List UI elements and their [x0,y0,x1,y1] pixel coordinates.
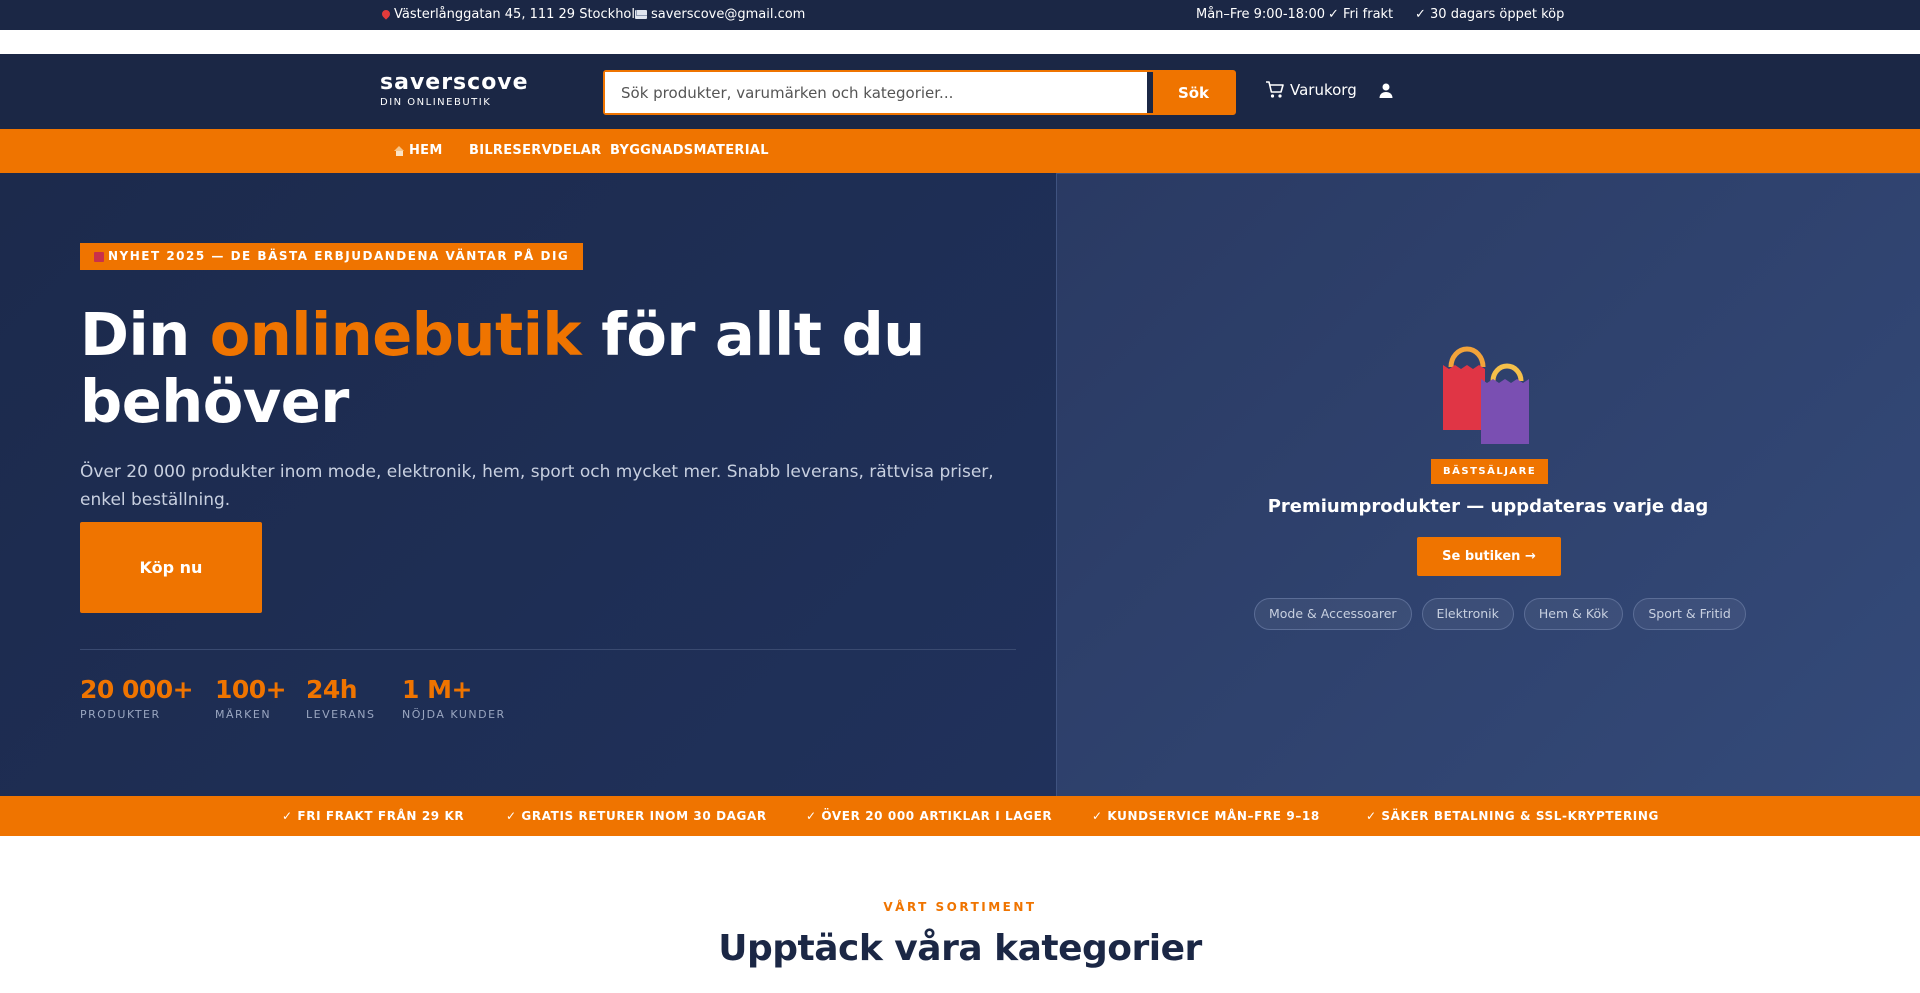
cart-icon [1266,81,1284,98]
logo-name: saverscove [380,70,529,95]
shopping-bag-icon [94,251,104,262]
chip-hem-kok[interactable]: Hem & Kök [1523,598,1624,630]
site-header: saverscove DIN ONLINEBUTIK Sök Varukorg [0,54,1920,129]
user-icon [1379,83,1393,98]
house-icon [394,145,405,156]
cart-link[interactable]: Varukorg [1265,81,1357,99]
feature-stock: ✓ ÖVER 20 000 ARTIKLAR I LAGER [806,809,1053,823]
address-text: Västerlånggatan 45, 111 29 Stockholm [394,7,648,22]
see-store-button[interactable]: Se butiken → [1417,537,1561,576]
search-bar: Sök [603,70,1236,115]
category-chips: Mode & Accessoarer Elektronik Hem & Kök … [1254,598,1746,630]
section-kicker: VÅRT SORTIMENT [883,900,1037,914]
free-shipping-note: ✓ Fri frakt [1328,7,1394,22]
chip-mode-accessoarer[interactable]: Mode & Accessoarer [1254,598,1412,630]
pin-icon [382,10,390,20]
section-title: Upptäck våra kategorier [718,928,1202,969]
top-info-bar: Västerlånggatan 45, 111 29 Stockholm sav… [0,0,1920,30]
stat-customers: 1 M+ NÖJDA KUNDER [402,675,506,721]
stat-label: MÄRKEN [215,708,272,721]
bestseller-badge: BÄSTSÄLJARE [1431,459,1549,484]
stat-label: LEVERANS [306,708,376,721]
stat-label: PRODUKTER [80,708,161,721]
feature-secure-payment: ✓ SÄKER BETALNING & SSL-KRYPTERING [1366,809,1659,823]
stat-value: 1 M+ [402,675,472,704]
stat-value: 24h [306,675,358,704]
account-button[interactable] [1379,83,1393,102]
hero-headline: Din onlinebutik för allt du behöver [80,301,980,435]
address-info: Västerlånggatan 45, 111 29 Stockholm [382,7,648,22]
promo-title: Premiumprodukter — uppdateras varje dag [1267,496,1709,517]
logo[interactable]: saverscove DIN ONLINEBUTIK [380,70,529,108]
feature-free-returns: ✓ GRATIS RETURER INOM 30 DAGAR [506,809,767,823]
stat-label: NÖJDA KUNDER [402,708,506,721]
feature-customer-service: ✓ KUNDSERVICE MÅN–FRE 9–18 [1092,809,1320,823]
email-text[interactable]: saverscove@gmail.com [651,7,805,22]
buy-now-button[interactable]: Köp nu [80,522,262,613]
promo-panel: BÄSTSÄLJARE Premiumprodukter — uppdatera… [1056,173,1920,796]
news-badge: NYHET 2025 — DE BÄSTA ERBJUDANDENA VÄNTA… [80,243,584,270]
headline-start: Din [80,300,210,369]
stat-products: 20 000+ PRODUKTER [80,675,194,721]
cart-label: Varukorg [1290,81,1357,99]
open-purchase-note: ✓ 30 dagars öppet köp [1415,7,1565,22]
stat-value: 100+ [215,675,287,704]
headline-accent: onlinebutik [209,300,582,369]
hero-content: NYHET 2025 — DE BÄSTA ERBJUDANDENA VÄNTA… [0,173,1056,796]
shopping-bags-icon [1443,346,1529,444]
features-strip: ✓ FRI FRAKT FRÅN 29 KR ✓ GRATIS RETURER … [0,796,1920,836]
chip-elektronik[interactable]: Elektronik [1421,598,1514,630]
hero-subtext: Över 20 000 produkter inom mode, elektro… [80,462,994,510]
search-input[interactable] [605,72,1153,113]
opening-hours: Mån–Fre 9:00-18:00 [1196,7,1325,22]
feature-free-shipping: ✓ FRI FRAKT FRÅN 29 KR [282,809,465,823]
envelope-icon [635,10,647,19]
nav-item-hem[interactable]: HEM [394,143,443,158]
nav-item-label: HEM [409,143,443,158]
hero-divider [80,649,1016,650]
main-navigation: HEM BILRESERVDELAR BYGGNADSMATERIAL [0,129,1920,173]
stat-value: 20 000+ [80,675,194,704]
nav-item-byggnadsmaterial[interactable]: BYGGNADSMATERIAL [610,143,769,158]
stat-brands: 100+ MÄRKEN [215,675,287,721]
chip-sport-fritid[interactable]: Sport & Fritid [1633,598,1746,630]
stat-delivery: 24h LEVERANS [306,675,376,721]
news-badge-text: NYHET 2025 — DE BÄSTA ERBJUDANDENA VÄNTA… [108,249,570,263]
search-button[interactable]: Sök [1153,72,1234,113]
email-info[interactable]: saverscove@gmail.com [635,7,805,22]
nav-item-bilreservdelar[interactable]: BILRESERVDELAR [469,143,601,158]
logo-tagline: DIN ONLINEBUTIK [380,97,492,108]
hero-section: NYHET 2025 — DE BÄSTA ERBJUDANDENA VÄNTA… [0,173,1920,796]
